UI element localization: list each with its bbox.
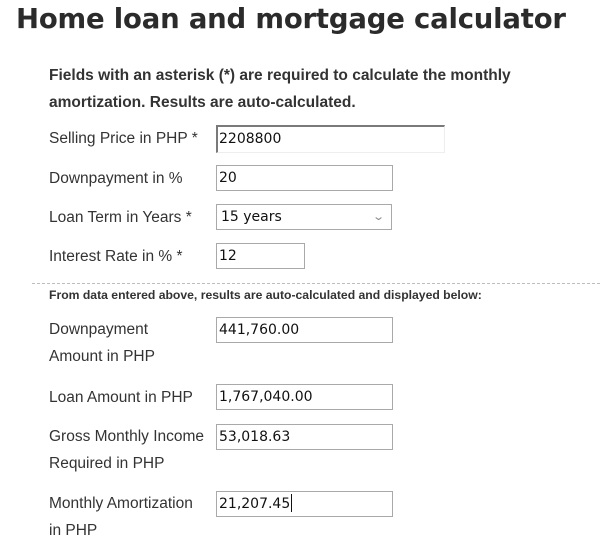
interest-rate-label: Interest Rate in % * (49, 248, 183, 265)
results-note: From data entered above, results are aut… (49, 288, 482, 302)
gross-income-label-line2: Required in PHP (49, 455, 165, 472)
monthly-amortization-output[interactable]: 21,207.45 (216, 491, 393, 517)
selling-price-label: Selling Price in PHP * (49, 130, 198, 147)
loan-term-select[interactable]: 15 years ⌄ (216, 204, 392, 230)
chevron-down-icon[interactable]: ⌄ (372, 205, 385, 229)
mortgage-calculator-page: Home loan and mortgage calculator Fields… (0, 0, 600, 544)
text-cursor (291, 494, 293, 512)
gross-income-row: Gross Monthly Income Required in PHP 53,… (49, 423, 409, 479)
monthly-amortization-label-line1: Monthly Amortization (49, 495, 193, 512)
downpayment-amount-label-line1: Downpayment (49, 321, 149, 338)
loan-term-label: Loan Term in Years * (49, 209, 192, 226)
downpayment-percent-row: Downpayment in % 20 (49, 165, 409, 193)
downpayment-amount-row: Downpayment Amount in PHP 441,760.00 (49, 316, 409, 372)
page-title: Home loan and mortgage calculator (16, 3, 566, 35)
section-divider (32, 283, 600, 284)
selling-price-input[interactable]: 2208800 (216, 125, 445, 153)
loan-term-row: Loan Term in Years * 15 years ⌄ (49, 204, 409, 232)
selling-price-row: Selling Price in PHP * 2208800 (49, 124, 445, 154)
downpayment-percent-label: Downpayment in % (49, 170, 183, 187)
downpayment-percent-input[interactable]: 20 (216, 165, 393, 191)
monthly-amortization-row: Monthly Amortization in PHP 21,207.45 (49, 490, 409, 544)
loan-term-selected-value: 15 years (221, 209, 282, 225)
loan-amount-output[interactable]: 1,767,040.00 (216, 384, 393, 410)
interest-rate-input[interactable]: 12 (216, 243, 305, 269)
downpayment-amount-output[interactable]: 441,760.00 (216, 317, 393, 343)
loan-amount-row: Loan Amount in PHP 1,767,040.00 (49, 384, 409, 412)
downpayment-amount-label-line2: Amount in PHP (49, 348, 155, 365)
monthly-amortization-value: 21,207.45 (219, 496, 291, 512)
interest-rate-row: Interest Rate in % * 12 (49, 243, 409, 271)
loan-amount-label: Loan Amount in PHP (49, 389, 193, 406)
gross-income-output[interactable]: 53,018.63 (216, 424, 393, 450)
monthly-amortization-label-line2: in PHP (49, 522, 98, 539)
intro-text: Fields with an asterisk (*) are required… (49, 67, 511, 111)
gross-income-label-line1: Gross Monthly Income (49, 428, 205, 445)
